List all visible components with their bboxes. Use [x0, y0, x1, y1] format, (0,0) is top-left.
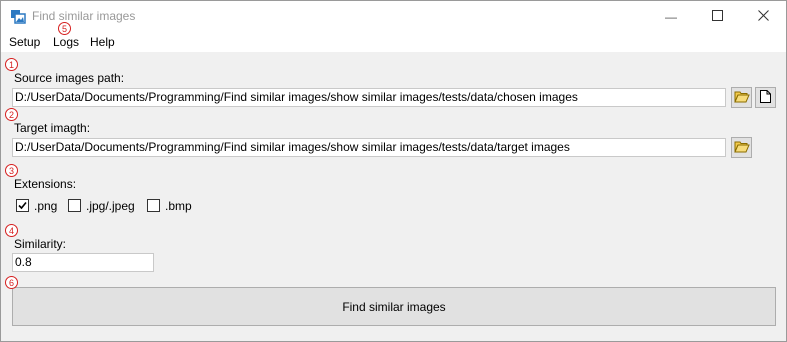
app-icon: [10, 9, 26, 24]
bmp-checkbox[interactable]: [147, 199, 160, 212]
source-new-button[interactable]: [755, 87, 776, 108]
annotation-badge-2: 2: [5, 108, 18, 121]
annotation-badge-5: 5: [58, 22, 71, 35]
extensions-label: Extensions:: [14, 177, 77, 191]
png-checkbox-label: .png: [34, 199, 58, 213]
new-file-icon: [759, 89, 772, 107]
menu-bar: Setup Logs Help: [1, 32, 786, 52]
close-icon: [757, 9, 769, 24]
menu-logs[interactable]: Logs: [53, 35, 79, 49]
maximize-button[interactable]: [694, 1, 740, 32]
minimize-button[interactable]: —: [648, 1, 694, 32]
target-browse-button[interactable]: [731, 137, 752, 158]
title-bar: Find similar images —: [1, 1, 786, 32]
main-window: Find similar images — Setup Logs Help So…: [0, 0, 787, 342]
bmp-checkbox-label: .bmp: [165, 199, 192, 213]
folder-open-icon: [733, 140, 750, 156]
annotation-badge-6: 6: [5, 276, 18, 289]
similarity-label: Similarity:: [14, 237, 67, 251]
target-path-label: Target imagth:: [14, 121, 91, 135]
annotation-badge-4: 4: [5, 224, 18, 237]
find-similar-images-button[interactable]: Find similar images: [12, 287, 776, 326]
minimize-icon: —: [665, 9, 677, 24]
annotation-badge-1: 1: [5, 58, 18, 71]
menu-help[interactable]: Help: [90, 35, 115, 49]
folder-open-icon: [733, 90, 750, 106]
annotation-badge-3: 3: [5, 164, 18, 177]
jpg-checkbox-label: .jpg/.jpeg: [86, 199, 135, 213]
target-path-input[interactable]: D:/UserData/Documents/Programming/Find s…: [12, 138, 726, 157]
close-button[interactable]: [740, 1, 786, 32]
png-checkbox[interactable]: [16, 199, 29, 212]
source-path-label: Source images path:: [14, 71, 125, 85]
similarity-input[interactable]: 0.8: [12, 253, 154, 272]
maximize-icon: [711, 9, 723, 24]
source-browse-button[interactable]: [731, 87, 752, 108]
find-similar-images-button-label: Find similar images: [342, 299, 446, 314]
window-title: Find similar images: [32, 9, 136, 23]
menu-setup[interactable]: Setup: [9, 35, 40, 49]
source-path-input[interactable]: D:/UserData/Documents/Programming/Find s…: [12, 88, 726, 107]
jpg-checkbox[interactable]: [68, 199, 81, 212]
